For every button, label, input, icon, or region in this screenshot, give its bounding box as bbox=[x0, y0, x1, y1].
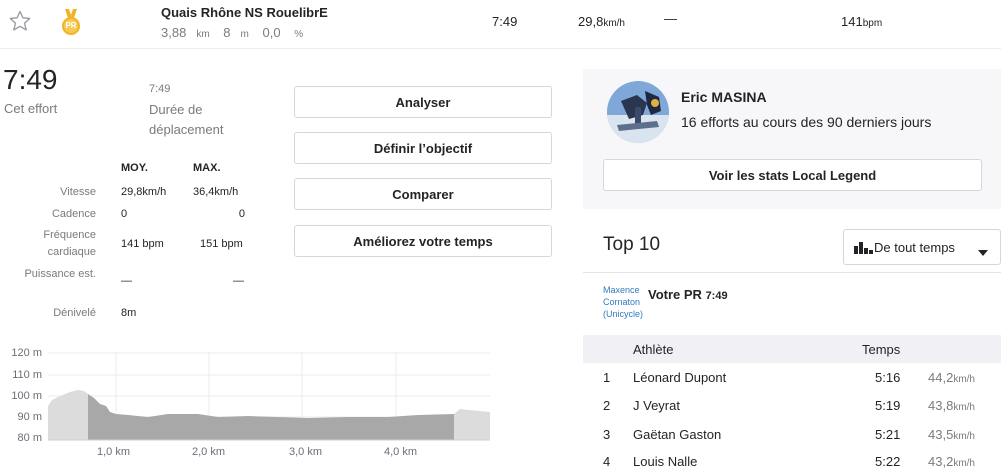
moving-time-label: Durée de déplacement bbox=[149, 102, 224, 137]
compare-button[interactable]: Comparer bbox=[294, 178, 552, 210]
leaderboard-speed: 43,8km/h bbox=[928, 398, 975, 413]
col-time-header: Temps bbox=[862, 342, 901, 357]
leaderboard-rank: 1 bbox=[603, 370, 611, 385]
col-max-header: MAX. bbox=[193, 162, 221, 174]
elevation-profile-chart[interactable] bbox=[48, 352, 490, 442]
stat-label: Dénivelé bbox=[53, 307, 96, 319]
leaderboard-speed-unit: km/h bbox=[953, 402, 975, 413]
segment-name[interactable]: Quais Rhône NS RouelibrE bbox=[161, 5, 328, 20]
segment-time: 7:49 bbox=[492, 14, 518, 29]
time-filter-value: De tout temps bbox=[874, 240, 955, 255]
leaderboard-time[interactable]: 5:16 bbox=[875, 370, 900, 385]
segment-elevation-unit: m bbox=[240, 29, 249, 40]
leaderboard-speed-value: 43,8 bbox=[928, 398, 954, 413]
segment-speed: 29,8km/h bbox=[578, 14, 625, 29]
segment-heart-rate-unit: bpm bbox=[862, 18, 883, 29]
segment-power: — bbox=[664, 11, 677, 26]
avatar[interactable] bbox=[607, 81, 669, 143]
pr-owner-link[interactable]: Maxence Cornaton (Unicycle) bbox=[603, 284, 653, 320]
segment-distance: 3,88 bbox=[161, 25, 187, 40]
moving-time: 7:49 bbox=[149, 83, 171, 95]
segment-speed-unit: km/h bbox=[603, 18, 625, 29]
y-tick-label: 120 m bbox=[11, 347, 42, 359]
stat-avg: 141 bpm bbox=[121, 238, 164, 250]
bar-chart-icon bbox=[854, 242, 874, 257]
leaderboard-speed: 43,5km/h bbox=[928, 427, 975, 442]
local-legend-name[interactable]: Eric MASINA bbox=[681, 89, 767, 105]
y-tick-label: 80 m bbox=[17, 432, 42, 444]
local-legend-subtitle: 16 efforts au cours des 90 derniers jour… bbox=[681, 114, 932, 130]
leaderboard-athlete[interactable]: Léonard Dupont bbox=[633, 370, 726, 385]
segment-speed-value: 29,8 bbox=[578, 14, 604, 29]
y-tick-label: 110 m bbox=[12, 369, 42, 381]
stat-avg: 8m bbox=[121, 307, 137, 319]
elevation-after-segment bbox=[454, 409, 490, 440]
stat-max: 0 bbox=[238, 208, 245, 220]
leaderboard-athlete[interactable]: Gaëtan Gaston bbox=[633, 427, 721, 442]
stat-label: Vitesse bbox=[60, 186, 96, 198]
leaderboard-speed-unit: km/h bbox=[953, 374, 975, 385]
elevation-before-segment bbox=[48, 390, 88, 440]
leaderboard-speed-value: 43,5 bbox=[928, 427, 954, 442]
leaderboard-rank: 2 bbox=[603, 398, 611, 413]
stat-label: Puissance est. bbox=[24, 268, 96, 280]
your-pr-label: Votre PR bbox=[648, 287, 702, 302]
stat-label: Cadence bbox=[51, 208, 96, 220]
leaderboard-title: Top 10 bbox=[603, 234, 661, 255]
pr-medal-icon: PR bbox=[60, 9, 82, 37]
elevation-segment bbox=[88, 394, 454, 440]
leaderboard-speed: 44,2km/h bbox=[928, 370, 975, 385]
y-tick-label: 90 m bbox=[17, 411, 42, 423]
effort-time: 7:49 bbox=[3, 64, 58, 95]
x-tick-label: 4,0 km bbox=[384, 446, 418, 458]
pr-badge-label: PR bbox=[65, 21, 77, 30]
leaderboard-athlete[interactable]: Louis Nalle bbox=[633, 454, 697, 469]
chevron-down-icon bbox=[978, 244, 988, 259]
leaderboard-time[interactable]: 5:22 bbox=[875, 454, 900, 469]
set-goal-button[interactable]: Définir l’objectif bbox=[294, 132, 552, 164]
star-icon[interactable] bbox=[8, 9, 32, 33]
time-filter-dropdown[interactable]: De tout temps bbox=[843, 229, 1001, 265]
segment-grade: 0,0 bbox=[262, 25, 281, 40]
leaderboard-speed-value: 44,2 bbox=[928, 370, 954, 385]
effort-time-label: Cet effort bbox=[4, 101, 58, 116]
leaderboard-time[interactable]: 5:21 bbox=[875, 427, 900, 442]
leaderboard-speed-unit: km/h bbox=[953, 431, 975, 442]
your-pr-time: 7:49 bbox=[705, 290, 728, 302]
stat-max: — bbox=[233, 275, 244, 287]
stat-max: 151 bpm bbox=[200, 238, 243, 250]
leaderboard-speed-value: 43,2 bbox=[928, 454, 954, 469]
segment-grade-unit: % bbox=[294, 29, 304, 40]
leaderboard-athlete[interactable]: J Veyrat bbox=[633, 398, 680, 413]
stat-avg: 0 bbox=[121, 208, 128, 220]
leaderboard-rank: 4 bbox=[603, 454, 611, 469]
segment-heart-rate: 141bpm bbox=[841, 14, 882, 29]
col-avg-header: MOY. bbox=[121, 162, 148, 174]
segment-heart-rate-value: 141 bbox=[841, 14, 863, 29]
improve-time-button[interactable]: Améliorez votre temps bbox=[294, 225, 552, 257]
segment-distance-unit: km bbox=[196, 29, 210, 40]
your-pr: Votre PR 7:49 bbox=[648, 287, 728, 302]
y-tick-label: 100 m bbox=[11, 390, 42, 402]
divider bbox=[583, 272, 1001, 273]
col-athlete-header: Athlète bbox=[633, 342, 674, 357]
leaderboard-rank: 3 bbox=[603, 427, 611, 442]
stat-avg: — bbox=[121, 275, 132, 287]
stat-avg: 29,8km/h bbox=[121, 186, 167, 198]
analyze-button[interactable]: Analyser bbox=[294, 86, 552, 118]
stat-max: 36,4km/h bbox=[193, 186, 239, 198]
leaderboard-speed-unit: km/h bbox=[953, 458, 975, 469]
x-tick-label: 1,0 km bbox=[97, 446, 131, 458]
x-tick-label: 2,0 km bbox=[192, 446, 226, 458]
leaderboard-time[interactable]: 5:19 bbox=[875, 398, 900, 413]
segment-elevation: 8 bbox=[223, 25, 231, 40]
local-legend-stats-button[interactable]: Voir les stats Local Legend bbox=[603, 159, 982, 191]
leaderboard-speed: 43,2km/h bbox=[928, 454, 975, 469]
stat-label: Fréquence cardiaque bbox=[43, 229, 96, 258]
segment-meta: 3,88 km 8m 0,0 % bbox=[161, 25, 313, 40]
x-tick-label: 3,0 km bbox=[289, 446, 323, 458]
